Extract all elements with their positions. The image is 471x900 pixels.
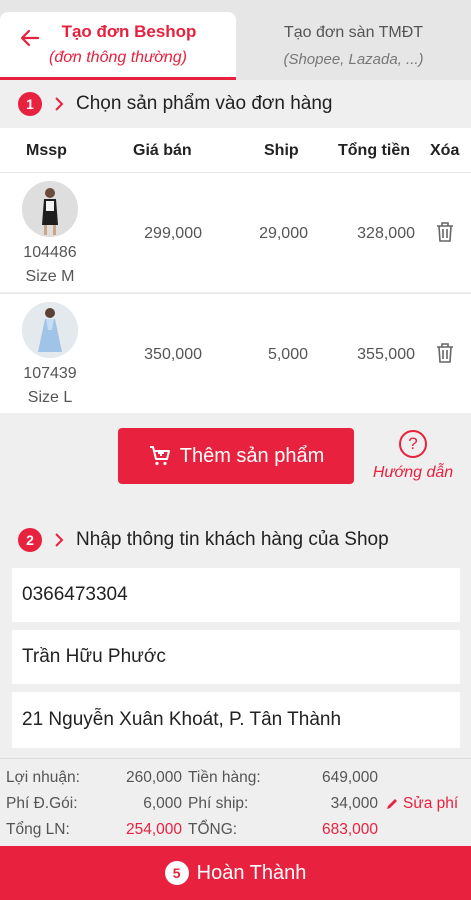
step-1-number: 1	[18, 92, 42, 116]
tab-beshop-subtitle: (đơn thông thường)	[48, 49, 187, 66]
ship-fee-value: 34,000	[330, 795, 378, 812]
tab-marketplace-order[interactable]: Tạo đơn sàn TMĐT (Shopee, Lazada, ...)	[236, 12, 471, 78]
help-link[interactable]: ? Hướng dẫn	[365, 430, 461, 482]
product-size: Size L	[27, 389, 73, 406]
step-5-number: 5	[164, 861, 189, 885]
order-summary: Lợi nhuận: 260,000 Tiền hàng: 649,000 Ph…	[0, 758, 471, 846]
product-size: Size M	[25, 268, 75, 285]
finish-label: Hoàn Thành	[196, 861, 307, 884]
product-code: 104486 Size M	[0, 241, 100, 289]
packing-fee-label: Phí Đ.Gói:	[6, 795, 78, 812]
add-product-label: Thêm sản phẩm	[179, 444, 325, 467]
edit-fee-label: Sửa phí	[403, 795, 459, 812]
step-2-number: 2	[18, 528, 42, 552]
cell-ship: 29,000	[259, 225, 308, 242]
edit-fee-button[interactable]: Sửa phí	[385, 795, 458, 813]
goods-value: 649,000	[321, 769, 378, 786]
cell-ship: 5,000	[267, 346, 308, 363]
customer-name-field[interactable]: Trần Hữu Phước	[12, 630, 460, 684]
finish-button[interactable]: 5 Hoàn Thành	[0, 846, 471, 900]
chevron-right-icon	[55, 97, 64, 111]
trash-icon[interactable]	[435, 221, 455, 243]
packing-fee-value: 6,000	[143, 795, 182, 812]
total-label: TỔNG:	[188, 821, 238, 838]
tab-marketplace-title: Tạo đơn sàn TMĐT	[283, 24, 424, 41]
step-1-title: Chọn sản phẩm vào đơn hàng	[76, 93, 333, 114]
header-sku: Mssp	[26, 142, 67, 159]
help-label: Hướng dẫn	[372, 464, 454, 481]
step-1-header: 1 Chọn sản phẩm vào đơn hàng	[0, 82, 471, 126]
ship-fee-label: Phí ship:	[188, 795, 249, 812]
profit-value: 260,000	[125, 769, 182, 786]
total-profit-label: Tổng LN:	[6, 821, 70, 838]
product-table-header: Mssp Giá bán Ship Tổng tiền Xóa	[0, 128, 471, 172]
trash-icon[interactable]	[435, 342, 455, 364]
tab-marketplace-subtitle: (Shopee, Lazada, ...)	[283, 51, 424, 68]
goods-label: Tiền hàng:	[188, 769, 261, 786]
total-profit-value: 254,000	[125, 821, 182, 838]
cell-price: 299,000	[144, 225, 202, 242]
pencil-icon	[387, 799, 397, 809]
product-thumbnail[interactable]	[22, 181, 78, 237]
header-total: Tổng tiền	[338, 142, 410, 159]
product-thumbnail[interactable]	[22, 302, 78, 358]
table-row: 107439 Size L 350,000 5,000 355,000	[0, 293, 471, 413]
profit-label: Lợi nhuận:	[6, 769, 80, 786]
cell-total: 355,000	[357, 346, 415, 363]
add-product-button[interactable]: Thêm sản phẩm	[118, 428, 354, 484]
product-code-value: 104486	[23, 244, 77, 261]
product-code: 107439 Size L	[0, 362, 100, 410]
phone-field[interactable]: 0366473304	[12, 568, 460, 622]
table-row: 104486 Size M 299,000 29,000 328,000	[0, 172, 471, 292]
product-code-value: 107439	[23, 365, 77, 382]
tab-beshop-order[interactable]: Tạo đơn Beshop (đơn thông thường)	[0, 12, 236, 80]
step-2-title: Nhập thông tin khách hàng của Shop	[76, 529, 389, 550]
total-value: 683,000	[321, 821, 378, 838]
address-field[interactable]: 21 Nguyễn Xuân Khoát, P. Tân Thành	[12, 692, 460, 748]
header-delete: Xóa	[430, 142, 460, 159]
header-price: Giá bán	[133, 142, 192, 159]
help-question-icon: ?	[399, 430, 427, 458]
cell-total: 328,000	[357, 225, 415, 242]
chevron-right-icon	[55, 533, 64, 547]
order-type-tabs: Tạo đơn Beshop (đơn thông thường) Tạo đơ…	[0, 0, 471, 80]
header-ship: Ship	[264, 142, 299, 159]
cell-price: 350,000	[144, 346, 202, 363]
cart-plus-icon	[149, 446, 170, 466]
tab-beshop-title: Tạo đơn Beshop	[61, 22, 197, 41]
step-2-header: 2 Nhập thông tin khách hàng của Shop	[0, 518, 471, 562]
